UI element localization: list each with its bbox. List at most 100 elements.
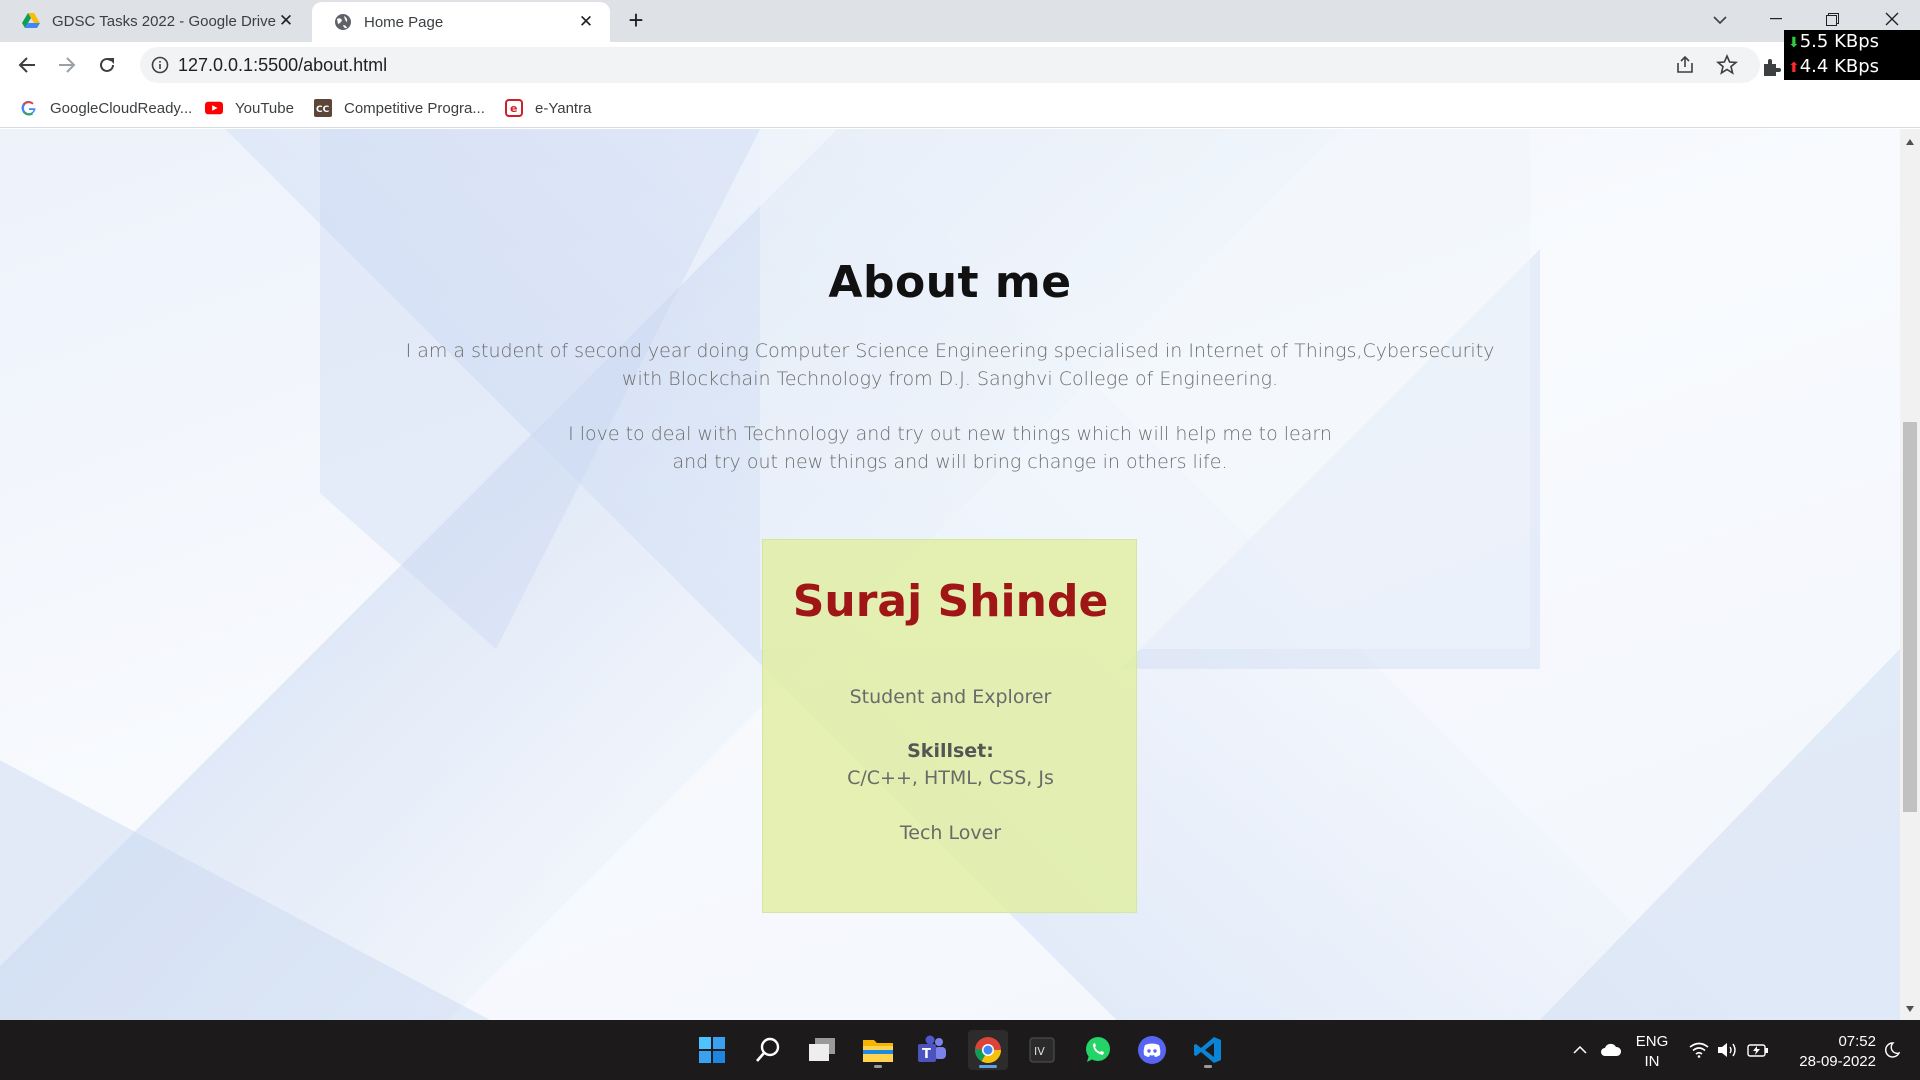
page-title: About me [828, 257, 1072, 308]
download-speed: 5.5 KBps [1799, 31, 1880, 52]
wifi-icon [1689, 1042, 1709, 1058]
background-shape [1540, 649, 1900, 1020]
forward-button[interactable] [51, 49, 83, 81]
tab-home-page[interactable]: Home Page ✕ [312, 2, 610, 42]
volume-button[interactable] [1716, 1020, 1740, 1080]
address-bar[interactable]: 127.0.0.1:5500/about.html [140, 47, 1760, 83]
focus-moon-icon [1885, 1042, 1901, 1058]
bookmarks-bar: GoogleCloudReady... YouTube CC Competiti… [0, 88, 1920, 128]
page-scrollbar[interactable] [1900, 129, 1920, 1020]
skillset-label: Skillset: [907, 740, 994, 762]
tab-search-button[interactable] [1706, 6, 1734, 34]
reload-button[interactable] [91, 49, 123, 81]
new-tab-button[interactable]: + [622, 5, 650, 35]
globe-icon [334, 13, 352, 31]
file-explorer-button[interactable] [858, 1030, 898, 1070]
profile-role: Student and Explorer [849, 686, 1052, 708]
wifi-button[interactable] [1688, 1020, 1710, 1080]
share-icon[interactable] [1674, 54, 1696, 76]
bookmark-e-yantra[interactable]: e e-Yantra [505, 98, 591, 118]
info-icon[interactable] [150, 55, 170, 75]
taskbar-search-button[interactable] [748, 1030, 788, 1070]
profile-card: Suraj Shinde Student and Explorer Skills… [762, 539, 1137, 913]
show-hidden-icons-button[interactable] [1568, 1020, 1592, 1080]
scrollbar-thumb[interactable] [1903, 422, 1917, 812]
discord-button[interactable] [1132, 1030, 1172, 1070]
battery-button[interactable] [1746, 1020, 1770, 1080]
whatsapp-icon [1086, 1037, 1110, 1062]
tab-strip: GDSC Tasks 2022 - Google Drive ✕ Home Pa… [0, 0, 1920, 42]
tab-google-drive[interactable]: GDSC Tasks 2022 - Google Drive ✕ [0, 0, 310, 42]
bookmark-label: GoogleCloudReady... [50, 99, 193, 117]
back-button[interactable] [11, 49, 43, 81]
url-text[interactable]: 127.0.0.1:5500/about.html [178, 55, 387, 76]
google-icon [20, 99, 38, 117]
language-code: ENG [1635, 1033, 1669, 1050]
region-code: IN [1644, 1053, 1660, 1070]
back-arrow-icon [18, 57, 35, 73]
reload-icon [100, 57, 114, 72]
notifications-button[interactable] [1880, 1020, 1904, 1080]
clock-time: 07:52 [1838, 1033, 1876, 1050]
discord-icon [1138, 1036, 1166, 1064]
svg-text:IV: IV [1034, 1045, 1045, 1058]
extensions-puzzle-icon[interactable] [1760, 56, 1782, 78]
scroll-up-icon[interactable] [1906, 139, 1914, 145]
language-indicator[interactable]: ENG IN [1632, 1032, 1672, 1072]
tab-title: Home Page [364, 13, 444, 31]
bookmark-label: Competitive Progra... [344, 99, 485, 117]
upload-arrow-icon: ⬆ [1788, 60, 1800, 76]
close-icon[interactable]: ✕ [576, 12, 596, 32]
upload-speed: 4.4 KBps [1799, 56, 1880, 77]
download-arrow-icon: ⬇ [1788, 35, 1800, 51]
running-indicator [874, 1065, 882, 1068]
svg-text:T: T [922, 1047, 931, 1062]
teams-icon: T [918, 1035, 946, 1062]
network-speed-widget: ⬇5.5 KBps ⬆4.4 KBps [1784, 30, 1920, 80]
running-indicator [1204, 1065, 1212, 1068]
about-paragraph-2: I love to deal with Technology and try o… [0, 420, 1900, 476]
start-icon [699, 1037, 725, 1063]
paragraph-line: I am a student of second year doing Comp… [405, 340, 1495, 362]
paragraph-line: and try out new things and will bring ch… [672, 451, 1228, 473]
svg-text:CC: CC [316, 105, 330, 115]
youtube-icon [205, 99, 223, 117]
code-editor-button[interactable]: IV [1022, 1030, 1062, 1070]
bookmark-label: e-Yantra [535, 99, 592, 117]
vscode-icon [1194, 1037, 1221, 1063]
bookmark-label: YouTube [235, 99, 294, 117]
e-yantra-icon: e [505, 99, 523, 117]
bookmark-youtube[interactable]: YouTube [205, 98, 294, 118]
profile-tagline: Tech Lover [899, 822, 1002, 844]
close-icon[interactable]: ✕ [276, 11, 296, 31]
paragraph-line: I love to deal with Technology and try o… [568, 423, 1332, 445]
restore-icon [1825, 12, 1839, 26]
vscode-button[interactable] [1188, 1030, 1228, 1070]
whatsapp-button[interactable] [1078, 1030, 1118, 1070]
active-indicator [979, 1065, 997, 1068]
chrome-button[interactable] [968, 1030, 1008, 1070]
chevron-down-icon [1713, 16, 1727, 25]
paragraph-line: with Blockchain Technology from D.J. San… [621, 368, 1279, 390]
scroll-down-icon[interactable] [1906, 1006, 1914, 1012]
teams-button[interactable]: T [912, 1030, 952, 1070]
start-button[interactable] [692, 1030, 732, 1070]
tab-title: GDSC Tasks 2022 - Google Drive [52, 12, 276, 30]
about-paragraph-1: I am a student of second year doing Comp… [0, 337, 1900, 393]
clock-date: 28-09-2022 [1799, 1053, 1876, 1070]
page-viewport: About me I am a student of second year d… [0, 129, 1900, 1020]
skillset-value: C/C++, HTML, CSS, Js [847, 767, 1054, 789]
svg-text:e: e [510, 102, 517, 115]
code-editor-icon: IV [1029, 1037, 1055, 1063]
bookmark-googlecloudready[interactable]: GoogleCloudReady... [20, 98, 192, 118]
clock[interactable]: 07:52 28-09-2022 [1780, 1032, 1876, 1072]
bookmark-star-icon[interactable] [1715, 53, 1739, 77]
bookmark-competitive-programming[interactable]: CC Competitive Progra... [314, 98, 485, 118]
chrome-icon [974, 1037, 1002, 1064]
codechef-icon: CC [314, 99, 332, 117]
task-view-button[interactable] [802, 1030, 842, 1070]
file-explorer-icon [863, 1040, 893, 1062]
speaker-icon [1718, 1043, 1736, 1057]
minimize-icon [1770, 18, 1782, 20]
onedrive-button[interactable] [1598, 1020, 1624, 1080]
